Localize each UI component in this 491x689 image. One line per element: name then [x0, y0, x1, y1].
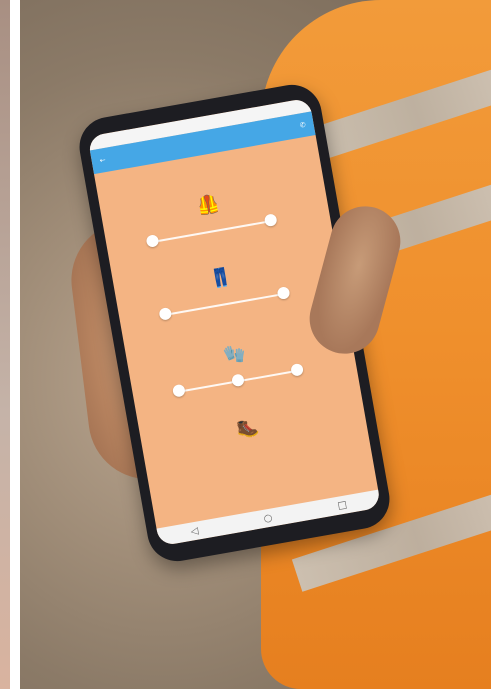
photo: ← ✆ 🦺 👖 🧤 🥾 ◁ ○ □ [20, 0, 491, 689]
phone-icon[interactable]: ✆ [299, 121, 306, 130]
trousers-slider[interactable] [164, 293, 283, 317]
trousers-slider-knob[interactable] [276, 286, 291, 300]
vest-slider-knob[interactable] [263, 213, 278, 228]
gloves-icon: 🧤 [221, 342, 248, 367]
left-image-strip [0, 0, 10, 689]
trousers-icon: 👖 [208, 265, 234, 290]
vest-icon: 🦺 [195, 192, 221, 218]
nav-back-icon[interactable]: ◁ [190, 525, 199, 537]
gloves-slider-knob[interactable] [231, 373, 245, 388]
nav-home-icon[interactable]: ○ [263, 512, 274, 524]
vest-slider[interactable] [151, 220, 271, 244]
vest-slider-knob[interactable] [145, 234, 160, 248]
nav-recents-icon[interactable]: □ [337, 499, 348, 511]
gloves-slider-knob[interactable] [171, 383, 186, 398]
gloves-slider-knob[interactable] [290, 362, 305, 377]
boots-icon: 🥾 [234, 416, 261, 441]
back-arrow-icon[interactable]: ← [99, 156, 106, 165]
trousers-slider-knob[interactable] [158, 306, 173, 321]
